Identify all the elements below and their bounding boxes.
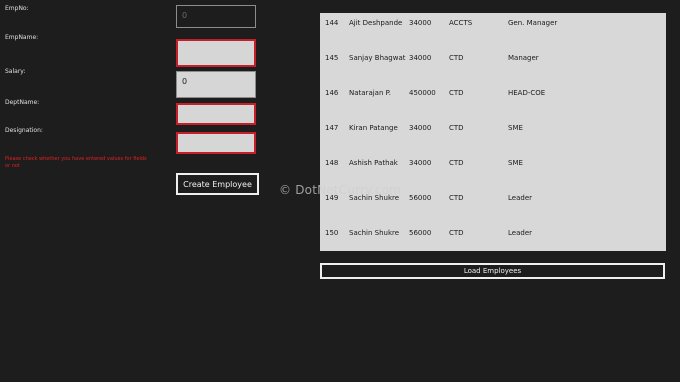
employee-salary: 56000 xyxy=(409,229,432,237)
employee-dept: ACCTS xyxy=(449,19,473,27)
employee-name: Natarajan P. xyxy=(349,89,391,97)
deptname-label: DeptName: xyxy=(5,99,40,106)
employee-id: 144 xyxy=(325,19,339,27)
employee-name: Sanjay Bhagwat xyxy=(349,54,406,62)
employee-dept: CTD xyxy=(449,89,464,97)
load-employees-button[interactable]: Load Employees xyxy=(320,263,665,279)
empno-field[interactable]: 0 xyxy=(176,5,256,28)
employee-salary: 56000 xyxy=(409,194,432,202)
empno-label: EmpNo: xyxy=(5,5,29,12)
employee-id: 147 xyxy=(325,124,339,132)
employee-dept: CTD xyxy=(449,194,464,202)
employee-salary: 450000 xyxy=(409,89,436,97)
empname-field[interactable] xyxy=(176,39,256,67)
employee-dept: CTD xyxy=(449,124,464,132)
employee-designation: SME xyxy=(508,124,523,132)
employee-designation: Gen. Manager xyxy=(508,19,558,27)
watermark: © DotNetCurry.com xyxy=(279,183,402,197)
employee-salary: 34000 xyxy=(409,54,432,62)
validation-error-message: Please check whether you have entered va… xyxy=(5,156,147,169)
employee-name: Ashish Pathak xyxy=(349,159,398,167)
designation-field[interactable] xyxy=(176,132,256,154)
employee-row[interactable]: 146 Natarajan P. 450000 CTD HEAD-COE xyxy=(320,89,666,101)
employee-dept: CTD xyxy=(449,159,464,167)
designation-label: Designation: xyxy=(5,127,43,134)
employee-name: Ajit Deshpande xyxy=(349,19,403,27)
employee-id: 146 xyxy=(325,89,339,97)
employee-row[interactable]: 144 Ajit Deshpande 34000 ACCTS Gen. Mana… xyxy=(320,19,666,31)
employee-dept: CTD xyxy=(449,229,464,237)
employee-id: 148 xyxy=(325,159,339,167)
salary-label: Salary: xyxy=(5,68,26,75)
employee-designation: SME xyxy=(508,159,523,167)
employee-id: 145 xyxy=(325,54,339,62)
salary-field[interactable]: 0 xyxy=(176,71,256,98)
employee-salary: 34000 xyxy=(409,159,432,167)
employee-row[interactable]: 145 Sanjay Bhagwat 34000 CTD Manager xyxy=(320,54,666,66)
employee-id: 150 xyxy=(325,229,339,237)
employee-designation: HEAD-COE xyxy=(508,89,546,97)
employee-name: Kiran Patange xyxy=(349,124,398,132)
employee-name: Sachin Shukre xyxy=(349,229,400,237)
employee-salary: 34000 xyxy=(409,19,432,27)
empname-label: EmpName: xyxy=(5,34,39,41)
employee-row[interactable]: 148 Ashish Pathak 34000 CTD SME xyxy=(320,159,666,171)
employee-designation: Leader xyxy=(508,229,533,237)
employee-salary: 34000 xyxy=(409,124,432,132)
employee-row[interactable]: 147 Kiran Patange 34000 CTD SME xyxy=(320,124,666,136)
create-employee-button[interactable]: Create Employee xyxy=(176,173,259,195)
employee-row[interactable]: 150 Sachin Shukre 56000 CTD Leader xyxy=(320,229,666,241)
employee-dept: CTD xyxy=(449,54,464,62)
employee-list: 144 Ajit Deshpande 34000 ACCTS Gen. Mana… xyxy=(320,13,666,251)
employee-designation: Manager xyxy=(508,54,539,62)
deptname-field[interactable] xyxy=(176,103,256,125)
employee-designation: Leader xyxy=(508,194,533,202)
